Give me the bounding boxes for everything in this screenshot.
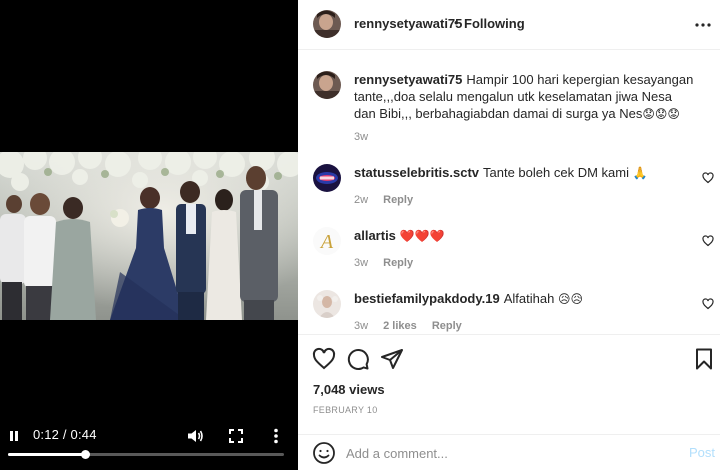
reply-button[interactable]: Reply	[432, 320, 462, 332]
comment-time[interactable]: 2w	[354, 194, 368, 206]
comment-emojis: 🙏	[632, 166, 648, 180]
comment-meta: 2w Reply	[354, 194, 425, 206]
svg-text:A: A	[319, 231, 334, 253]
bookmark-icon[interactable]	[692, 347, 716, 371]
header-username[interactable]: rennysetyawati75	[354, 16, 462, 31]
time-total: 0:44	[70, 427, 97, 442]
comment-text: statusselebritis.sctv Tante boleh cek DM …	[354, 164, 694, 182]
avatar[interactable]	[313, 290, 341, 318]
heart-icon[interactable]	[312, 347, 336, 371]
caption-meta: 3w	[354, 131, 380, 143]
comment-body: Alfatihah	[503, 291, 555, 306]
fullscreen-icon[interactable]	[225, 425, 247, 447]
more-options-icon[interactable]	[694, 16, 712, 34]
post-side-panel: rennysetyawati75 • Following rennysetyaw…	[298, 0, 720, 470]
following-button[interactable]: Following	[464, 16, 525, 31]
comment-likes[interactable]: 2 likes	[383, 320, 417, 332]
comment-text: bestiefamilypakdody.19 Alfatihah 😥😥	[354, 290, 694, 308]
reply-button[interactable]: Reply	[383, 257, 413, 269]
comment-input[interactable]	[346, 443, 666, 463]
video-player[interactable]: 0:12 / 0:44	[0, 0, 298, 470]
time-separator: /	[59, 427, 71, 442]
comment-username[interactable]: statusselebritis.sctv	[354, 165, 479, 180]
video-frame[interactable]	[0, 152, 298, 320]
post-actions: 7,048 views February 10	[298, 334, 720, 434]
comment-meta: 3w 2 likes Reply	[354, 320, 474, 332]
progress-bar[interactable]	[8, 450, 284, 459]
comments-list[interactable]: rennysetyawati75 Hampir 100 hari kepergia…	[298, 51, 720, 334]
caption-emojis: 😟😟😟	[642, 107, 680, 121]
header-separator: •	[454, 15, 459, 30]
video-still	[0, 152, 298, 320]
avatar[interactable]	[313, 71, 341, 99]
time-readout: 0:12 / 0:44	[33, 427, 97, 442]
post-button[interactable]: Post	[689, 445, 715, 460]
heart-icon[interactable]	[702, 234, 714, 247]
comment-meta: 3w Reply	[354, 257, 425, 269]
post-header: rennysetyawati75 • Following	[298, 0, 720, 50]
comment-username[interactable]: allartis	[354, 228, 396, 243]
comment-time[interactable]: 3w	[354, 257, 368, 269]
send-icon[interactable]	[380, 347, 404, 371]
pause-icon[interactable]	[3, 425, 25, 447]
emoji-icon[interactable]	[312, 441, 336, 465]
view-count[interactable]: 7,048 views	[313, 382, 385, 397]
comment-icon[interactable]	[346, 347, 370, 371]
comment-emojis: ❤️❤️❤️	[399, 229, 445, 243]
comment-body: Tante boleh cek DM kami	[483, 165, 629, 180]
avatar[interactable]	[313, 164, 341, 192]
add-comment-bar: Post	[298, 434, 720, 470]
caption-time[interactable]: 3w	[354, 131, 368, 143]
video-controls: 0:12 / 0:44	[0, 418, 298, 470]
avatar[interactable]: A	[313, 227, 341, 255]
caption-text: rennysetyawati75 Hampir 100 hari kepergia…	[354, 71, 694, 123]
time-current: 0:12	[33, 427, 60, 442]
post-date: February 10	[313, 405, 378, 415]
progress-handle[interactable]	[81, 450, 91, 459]
progress-fill	[8, 453, 86, 456]
reply-button[interactable]: Reply	[383, 194, 413, 206]
comment-emojis: 😥😥	[557, 292, 583, 306]
heart-icon[interactable]	[702, 297, 714, 310]
avatar[interactable]	[313, 10, 341, 38]
volume-icon[interactable]	[184, 425, 206, 447]
comment-time[interactable]: 3w	[354, 320, 368, 332]
comment-username[interactable]: bestiefamilypakdody.19	[354, 291, 500, 306]
comment-text: allartis ❤️❤️❤️	[354, 227, 694, 245]
caption-username[interactable]: rennysetyawati75	[354, 72, 462, 87]
heart-icon[interactable]	[702, 171, 714, 184]
more-vertical-icon[interactable]	[265, 425, 287, 447]
